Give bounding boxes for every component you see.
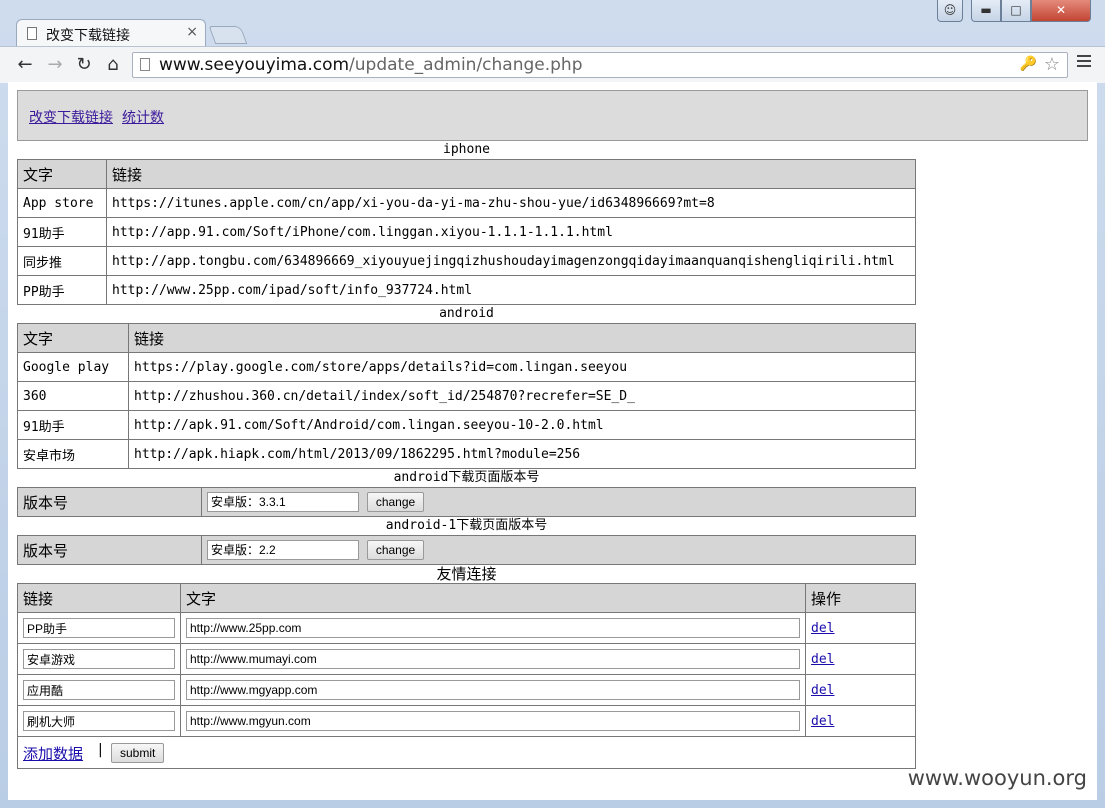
table-row: 安卓市场 http://apk.hiapk.com/html/2013/09/18…	[17, 439, 916, 469]
url-host: www.seeyouyima.com	[159, 55, 350, 75]
table-row: del	[17, 612, 916, 644]
row-url: http://apk.91.com/Soft/Android/com.linga…	[128, 410, 916, 440]
bookmark-star-icon[interactable]: ☆	[1044, 54, 1060, 75]
row-name: Google play	[17, 352, 129, 382]
android-version-change-button[interactable]: change	[366, 492, 425, 513]
back-icon[interactable]: ←	[14, 54, 36, 75]
submit-button[interactable]: submit	[111, 743, 165, 763]
minimize-icon[interactable]: ▬	[971, 0, 1001, 22]
delete-link[interactable]: del	[811, 652, 834, 667]
page-content: 改变下载链接 统计数 iphone 文字 链接 App store https:/…	[17, 90, 1088, 769]
table-row: del	[17, 674, 916, 706]
android1-version-change-button[interactable]: change	[366, 540, 425, 561]
menu-icon[interactable]	[1077, 55, 1091, 70]
admin-nav: 改变下载链接 统计数	[17, 90, 1088, 141]
tab-bar: 改变下载链接 × ☺ ▬ □ ✕	[0, 0, 1105, 46]
android1-version-table: 版本号 change	[17, 535, 916, 565]
browser-window: 改变下载链接 × ☺ ▬ □ ✕ ← → ↻ ⌂ www.seeyouyima.…	[0, 0, 1105, 808]
forward-icon[interactable]: →	[44, 54, 66, 75]
android1-version-caption: android-1下载页面版本号	[385, 518, 548, 533]
table-row: PP助手 http://www.25pp.com/ipad/soft/info_9…	[17, 275, 916, 305]
home-icon[interactable]: ⌂	[102, 54, 124, 75]
window-close-icon[interactable]: ✕	[1031, 0, 1091, 22]
version-label: 版本号	[17, 487, 202, 517]
iphone-caption: iphone	[443, 142, 490, 157]
delete-link[interactable]: del	[811, 621, 834, 636]
row-url: http://www.25pp.com/ipad/soft/info_93772…	[106, 275, 916, 305]
row-name: 同步推	[17, 246, 107, 276]
friends-caption: 友情连接	[436, 565, 497, 583]
row-name: 安卓市场	[17, 439, 129, 469]
iphone-header-link: 链接	[106, 159, 916, 189]
friends-table: 链接 文字 操作 del del del	[17, 583, 916, 737]
friend-name-input[interactable]	[23, 680, 175, 700]
row-url: http://zhushou.360.cn/detail/index/soft_…	[128, 381, 916, 411]
delete-link[interactable]: del	[811, 683, 834, 698]
friends-header-link: 链接	[17, 583, 181, 613]
nav-link-stats[interactable]: 统计数	[122, 107, 164, 127]
page-viewport: 改变下载链接 统计数 iphone 文字 链接 App store https:/…	[8, 82, 1097, 800]
new-tab-button[interactable]	[208, 26, 248, 44]
watermark: www.wooyun.org	[907, 766, 1087, 790]
iphone-table: 文字 链接 App store https://itunes.apple.com/…	[17, 159, 916, 305]
table-row: 360 http://zhushou.360.cn/detail/index/so…	[17, 381, 916, 411]
friends-header-text: 文字	[180, 583, 806, 613]
version-cell: change	[201, 535, 916, 565]
table-row: Google play https://play.google.com/store…	[17, 352, 916, 382]
separator: |	[98, 742, 103, 758]
row-name: 360	[17, 381, 129, 411]
version-cell: change	[201, 487, 916, 517]
table-row: 同步推 http://app.tongbu.com/634896669_xiyou…	[17, 246, 916, 276]
row-name: 91助手	[17, 217, 107, 247]
friend-url-input[interactable]	[186, 649, 800, 669]
friend-url-input[interactable]	[186, 618, 800, 638]
friend-url-input[interactable]	[186, 680, 800, 700]
table-row: 91助手 http://app.91.com/Soft/iPhone/com.li…	[17, 217, 916, 247]
android-table: 文字 链接 Google play https://play.google.com…	[17, 323, 916, 469]
row-url: http://apk.hiapk.com/html/2013/09/186229…	[128, 439, 916, 469]
friend-name-input[interactable]	[23, 711, 175, 731]
key-icon[interactable]: 🔑	[1020, 56, 1037, 72]
table-row: del	[17, 643, 916, 675]
android-header-text: 文字	[17, 323, 129, 353]
row-name: App store	[17, 188, 107, 218]
android-header-link: 链接	[128, 323, 916, 353]
reload-icon[interactable]: ↻	[73, 54, 95, 75]
document-icon	[27, 27, 37, 40]
row-url: https://play.google.com/store/apps/detai…	[128, 352, 916, 382]
android-version-table: 版本号 change	[17, 487, 916, 517]
page-icon	[140, 58, 150, 71]
friends-header-action: 操作	[805, 583, 916, 613]
tab-title: 改变下载链接	[46, 28, 130, 44]
tab-active[interactable]: 改变下载链接 ×	[16, 19, 206, 46]
android1-version-input[interactable]	[207, 539, 359, 560]
friend-name-input[interactable]	[23, 618, 175, 638]
row-name: PP助手	[17, 275, 107, 305]
address-bar[interactable]: www.seeyouyima.com/update_admin/change.p…	[132, 52, 1068, 78]
row-name: 91助手	[17, 410, 129, 440]
user-icon[interactable]: ☺	[937, 0, 963, 22]
add-data-link[interactable]: 添加数据	[23, 743, 83, 764]
iphone-header-text: 文字	[17, 159, 107, 189]
row-url: http://app.tongbu.com/634896669_xiyouyue…	[106, 246, 916, 276]
table-row: App store https://itunes.apple.com/cn/app…	[17, 188, 916, 218]
url-path: /update_admin/change.php	[349, 55, 583, 75]
android-version-caption: android下载页面版本号	[393, 470, 540, 485]
table-row: del	[17, 705, 916, 737]
tab-close-icon[interactable]: ×	[186, 24, 198, 40]
delete-link[interactable]: del	[811, 714, 834, 729]
version-label: 版本号	[17, 535, 202, 565]
friend-url-input[interactable]	[186, 711, 800, 731]
friends-footer: 添加数据 | submit	[17, 737, 916, 769]
row-url: https://itunes.apple.com/cn/app/xi-you-d…	[106, 188, 916, 218]
android-caption: android	[439, 306, 494, 321]
friend-name-input[interactable]	[23, 649, 175, 669]
row-url: http://app.91.com/Soft/iPhone/com.lingga…	[106, 217, 916, 247]
browser-toolbar: ← → ↻ ⌂ www.seeyouyima.com/update_admin/…	[0, 46, 1105, 83]
table-row: 91助手 http://apk.91.com/Soft/Android/com.l…	[17, 410, 916, 440]
android-version-input[interactable]	[207, 491, 359, 512]
nav-link-change-download[interactable]: 改变下载链接	[29, 107, 113, 127]
maximize-icon[interactable]: □	[1001, 0, 1031, 22]
